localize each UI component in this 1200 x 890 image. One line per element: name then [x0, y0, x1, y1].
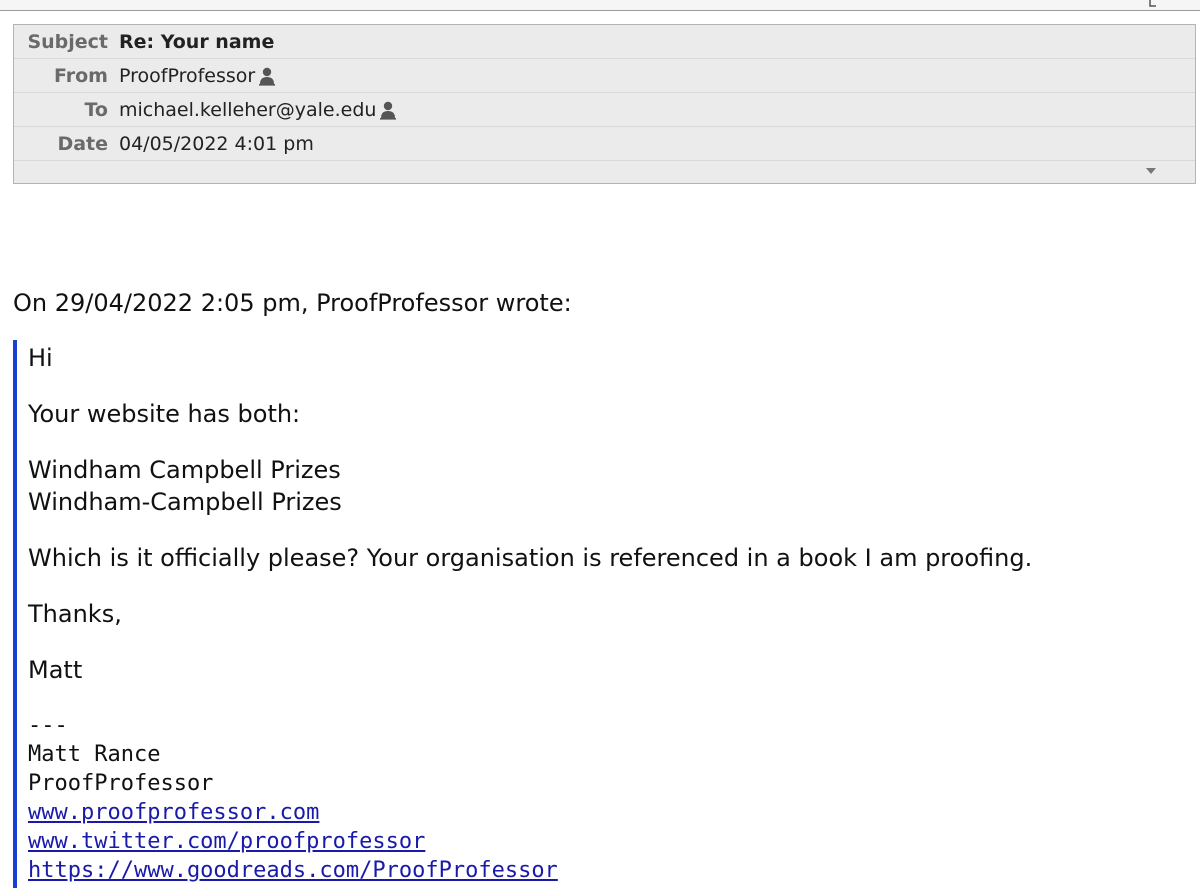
- to-row: To michael.kelleher@yale.edu: [14, 96, 397, 124]
- quote-bar: [13, 340, 17, 888]
- quote-greeting: Hi: [28, 344, 53, 372]
- quote-thanks: Thanks,: [28, 600, 122, 628]
- quote-option-1: Windham Campbell Prizes: [28, 456, 341, 484]
- quote-option-2: Windham-Campbell Prizes: [28, 488, 342, 516]
- from-label: From: [54, 65, 108, 87]
- subject-row: Subject Re: Your name: [14, 28, 274, 56]
- message-header: Subject Re: Your name From ProofProfesso…: [13, 24, 1196, 184]
- header-divider: [14, 58, 1195, 59]
- person-icon[interactable]: [379, 100, 397, 120]
- twitter-link[interactable]: www.twitter.com/proofprofessor: [28, 829, 425, 854]
- header-divider: [14, 160, 1195, 161]
- date-label: Date: [57, 133, 108, 155]
- window-top-edge: [0, 0, 1200, 11]
- quote-name: Matt: [28, 656, 83, 684]
- goodreads-link[interactable]: https://www.goodreads.com/ProofProfessor: [28, 858, 558, 883]
- chevron-down-icon[interactable]: [1145, 167, 1157, 175]
- person-icon[interactable]: [258, 66, 276, 86]
- header-divider: [14, 92, 1195, 93]
- from-row: From ProofProfessor: [14, 62, 276, 90]
- quote-line: Your website has both:: [28, 400, 301, 428]
- resize-corner-icon: [1149, 0, 1156, 7]
- subject-value: Re: Your name: [119, 31, 275, 53]
- to-label: To: [84, 99, 109, 121]
- website-link[interactable]: www.proofprofessor.com: [28, 800, 319, 825]
- signature-company: ProofProfessor: [28, 771, 214, 796]
- date-row: Date 04/05/2022 4:01 pm: [14, 130, 314, 158]
- header-divider: [14, 126, 1195, 127]
- signature-separator: ---: [28, 713, 68, 738]
- signature-name: Matt Rance: [28, 742, 161, 767]
- to-value[interactable]: michael.kelleher@yale.edu: [119, 99, 376, 121]
- reply-attribution: On 29/04/2022 2:05 pm, ProofProfessor wr…: [13, 289, 572, 317]
- from-value[interactable]: ProofProfessor: [119, 65, 255, 87]
- subject-label: Subject: [27, 31, 108, 53]
- date-value: 04/05/2022 4:01 pm: [119, 133, 314, 155]
- quote-question: Which is it officially please? Your orga…: [28, 544, 1033, 572]
